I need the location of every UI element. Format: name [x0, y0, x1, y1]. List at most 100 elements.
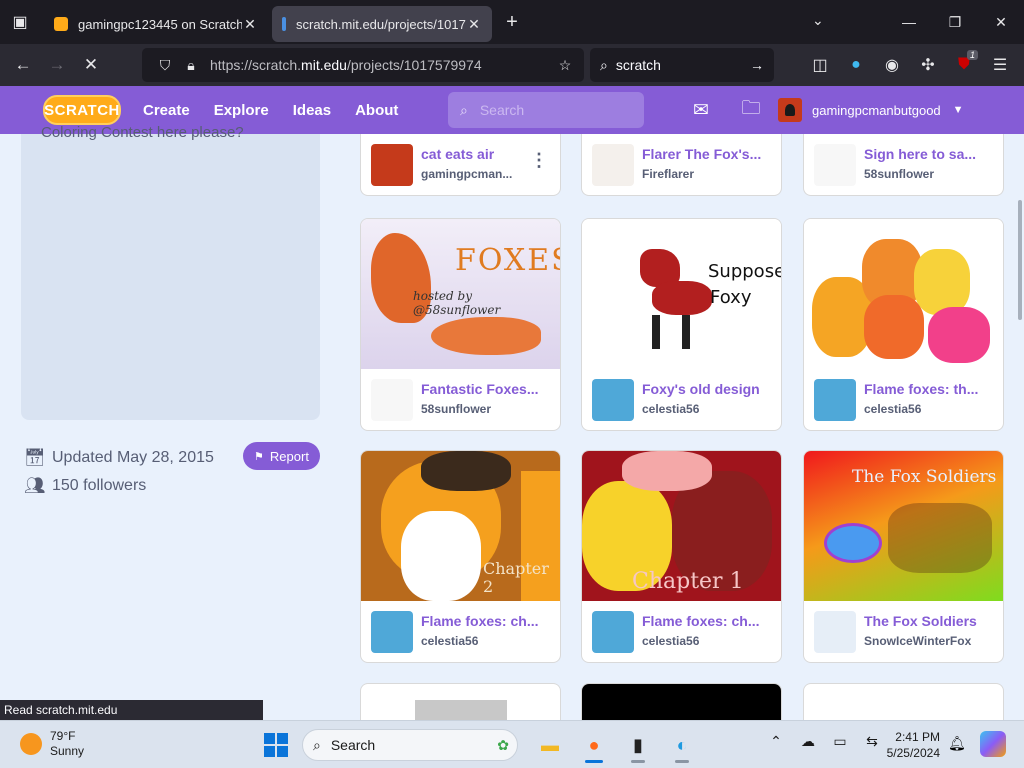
browser-nav-bar: ← → ✕ ⛉ 🔒︎ https://scratch. mit.edu/proje… — [0, 44, 1024, 86]
project-card[interactable]: Flame foxes: th... celestia56 — [803, 218, 1004, 431]
search-bar[interactable]: ⌕ scratch → — [590, 48, 774, 82]
new-tab-button[interactable]: + — [492, 0, 532, 44]
project-author[interactable]: celestia56 — [864, 402, 996, 416]
project-author[interactable]: Fireflarer — [642, 167, 774, 181]
taskbar-apps: ▬ ● ▮ ◐ — [528, 727, 704, 763]
nav-explore[interactable]: Explore — [214, 102, 269, 119]
project-author[interactable]: 58sunflower — [864, 167, 996, 181]
updated-date: Updated May 28, 2015 — [52, 449, 214, 466]
lock-icon[interactable]: 🔒︎ — [178, 57, 204, 74]
project-title[interactable]: Flame foxes: th... — [864, 381, 996, 397]
project-thumbnail[interactable]: Chapter 1 — [582, 451, 781, 601]
firefox-icon[interactable]: ● — [572, 727, 616, 763]
file-explorer-icon[interactable]: ▬ — [528, 727, 572, 763]
pocket-icon[interactable]: ◫ — [802, 55, 838, 75]
account-icon[interactable]: ◉ — [874, 55, 910, 75]
project-title[interactable]: Flarer The Fox's... — [642, 146, 774, 162]
extensions-icon[interactable]: ✣ — [910, 55, 946, 75]
project-author[interactable]: celestia56 — [642, 634, 774, 648]
project-card[interactable]: cat eats air gamingpcman... ⋮ — [360, 134, 561, 196]
project-title[interactable]: The Fox Soldiers — [864, 613, 996, 629]
project-title[interactable]: Sign here to sa... — [864, 146, 996, 162]
link-status-bar: Read scratch.mit.edu — [0, 700, 263, 720]
weather-widget[interactable]: 79°F Sunny — [20, 729, 84, 759]
project-title[interactable]: Flame foxes: ch... — [642, 613, 774, 629]
tab-profile[interactable]: gamingpc123445 on Scratch ✕ — [44, 6, 268, 42]
studio-description-panel: Coloring Contest here please? — [21, 124, 320, 420]
project-thumbnail[interactable]: The Fox Soldiers — [804, 451, 1003, 601]
notification-bell-icon[interactable]: 🔔︎ — [948, 735, 966, 752]
project-author-avatar — [814, 611, 856, 653]
terminal-icon[interactable]: ▮ — [616, 727, 660, 763]
weather-temp: 79°F — [50, 729, 76, 743]
close-tab-icon[interactable]: ✕ — [242, 16, 258, 33]
windows-start-icon[interactable] — [264, 733, 288, 757]
project-card[interactable]: FOXES hosted by @58sunflower Fantastic F… — [360, 218, 561, 431]
report-button[interactable]: ⚑ Report — [243, 442, 320, 470]
url-bar[interactable]: ⛉ 🔒︎ https://scratch. mit.edu/projects/10… — [142, 48, 584, 82]
tab-title: gamingpc123445 on Scratch — [78, 16, 242, 32]
thumbnail-text: The Fox Soldiers — [852, 467, 997, 487]
scratch-search-input[interactable]: ⌕ Search — [448, 92, 644, 128]
avatar — [778, 98, 802, 122]
project-card[interactable] — [360, 683, 561, 723]
project-thumbnail[interactable]: Supposed Foxy — [582, 219, 781, 369]
project-author[interactable]: celestia56 — [421, 634, 553, 648]
edge-icon[interactable]: ◐ — [660, 727, 704, 763]
more-options-icon[interactable]: ⋮ — [530, 150, 548, 171]
clock[interactable]: 2:41 PM 5/25/2024 — [880, 729, 940, 761]
project-card[interactable]: Chapter 1 Flame foxes: ch... celestia56 — [581, 450, 782, 663]
back-icon[interactable]: ← — [6, 48, 40, 82]
project-author[interactable]: celestia56 — [642, 402, 774, 416]
project-card[interactable] — [803, 683, 1004, 723]
nav-about[interactable]: About — [355, 102, 398, 119]
project-thumbnail[interactable]: FOXES hosted by @58sunflower — [361, 219, 560, 369]
search-icon: ⌕ — [313, 736, 321, 753]
minimize-icon[interactable]: — — [886, 14, 932, 30]
project-title[interactable]: Foxy's old design — [642, 381, 774, 397]
project-card[interactable]: Chapter 2 Flame foxes: ch... celestia56 — [360, 450, 561, 663]
list-all-tabs-icon[interactable]: ⌄ — [812, 12, 824, 29]
cloud-offline-icon[interactable]: ☁ — [792, 733, 824, 750]
thumbnail-text: Supposed — [708, 261, 781, 282]
user-menu[interactable]: gamingpcmanbutgood ▼ — [778, 86, 964, 134]
shield-icon[interactable]: ⛉ — [152, 57, 178, 74]
nav-ideas[interactable]: Ideas — [293, 102, 331, 119]
bookmark-star-icon[interactable]: ☆ — [552, 57, 578, 74]
nav-create[interactable]: Create — [143, 102, 190, 119]
stop-loading-icon[interactable]: ✕ — [74, 48, 108, 82]
page-scrollbar[interactable] — [1018, 200, 1022, 320]
restore-icon[interactable]: ❐ — [932, 14, 978, 31]
tab-list-icon[interactable]: ▣ — [0, 0, 40, 44]
go-arrow-icon[interactable]: → — [750, 57, 764, 73]
taskbar-search-input[interactable]: ⌕ Search ✿ — [302, 729, 518, 761]
copilot-icon[interactable] — [980, 731, 1006, 757]
username: gamingpcmanbutgood — [812, 102, 941, 118]
project-author-avatar — [814, 379, 856, 421]
ublock-icon[interactable]: ⛊ 1 — [946, 50, 982, 74]
search-value: scratch — [615, 57, 661, 73]
display-icon[interactable]: ▭ — [824, 733, 856, 750]
chevron-up-icon[interactable]: ⌃ — [760, 733, 792, 750]
project-card[interactable]: Flarer The Fox's... Fireflarer — [581, 134, 782, 196]
project-thumbnail[interactable]: Chapter 2 — [361, 451, 560, 601]
project-title[interactable]: Fantastic Foxes... — [421, 381, 553, 397]
messages-icon[interactable]: ✉ — [676, 99, 726, 122]
project-thumbnail[interactable] — [804, 219, 1003, 369]
forward-icon[interactable]: → — [40, 48, 74, 82]
project-card[interactable]: Sign here to sa... 58sunflower — [803, 134, 1004, 196]
project-card[interactable] — [581, 683, 782, 723]
close-tab-icon[interactable]: ✕ — [466, 16, 482, 33]
tab-project[interactable]: scratch.mit.edu/projects/10175 ✕ — [272, 6, 492, 42]
project-title[interactable]: Flame foxes: ch... — [421, 613, 553, 629]
project-author[interactable]: SnowIceWinterFox — [864, 634, 996, 648]
project-author[interactable]: 58sunflower — [421, 402, 553, 416]
project-card[interactable]: The Fox Soldiers The Fox Soldiers SnowIc… — [803, 450, 1004, 663]
close-window-icon[interactable]: ✕ — [978, 14, 1024, 31]
vpn-icon[interactable]: ● — [838, 56, 874, 74]
my-stuff-folder-icon[interactable]: 🗀 — [726, 94, 776, 126]
project-card[interactable]: Supposed Foxy Foxy's old design celestia… — [581, 218, 782, 431]
scratch-logo[interactable]: SCRATCH — [43, 95, 121, 125]
menu-icon[interactable]: ☰ — [982, 55, 1018, 75]
clock-time: 2:41 PM — [895, 730, 940, 744]
